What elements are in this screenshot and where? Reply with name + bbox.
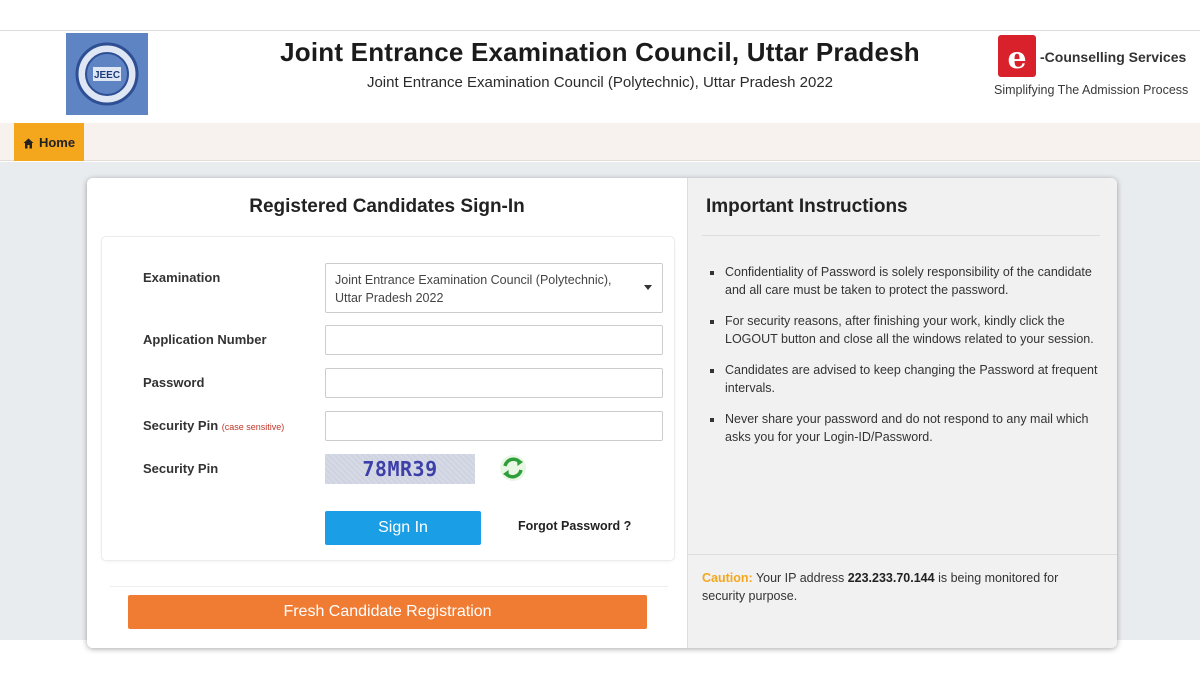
main-nav: Home <box>0 123 1200 161</box>
ecs-label: -Counselling Services <box>1040 49 1187 65</box>
svg-text:e: e <box>1007 41 1026 76</box>
instructions-divider <box>702 235 1100 236</box>
signin-pane: Registered Candidates Sign-In Examinatio… <box>87 178 687 648</box>
page-title: Joint Entrance Examination Council, Utta… <box>280 37 920 67</box>
signin-card: Registered Candidates Sign-In Examinatio… <box>87 178 1117 648</box>
ecs-tagline: Simplifying The Admission Process <box>994 83 1189 97</box>
caution-word: Caution: <box>702 571 753 585</box>
examination-label: Examination <box>143 270 221 285</box>
sign-in-button[interactable]: Sign In <box>325 511 481 545</box>
application-number-input[interactable] <box>325 325 663 355</box>
forgot-password-link[interactable]: Forgot Password ? <box>518 519 631 533</box>
nav-home-label: Home <box>38 134 76 150</box>
page-subtitle: Joint Entrance Examination Council (Poly… <box>366 74 834 91</box>
instruction-item: Confidentiality of Password is solely re… <box>710 264 1102 299</box>
instruction-item: Candidates are advised to keep changing … <box>710 362 1102 397</box>
svg-text:JEEC: JEEC <box>94 70 120 81</box>
signin-form: Examination Joint Entrance Examination C… <box>101 236 675 561</box>
signin-title: Registered Candidates Sign-In <box>249 196 525 217</box>
case-sensitive-hint: (case sensitive) <box>221 422 285 432</box>
caution-divider <box>688 554 1117 555</box>
ecs-logo-icon: e <box>998 35 1036 77</box>
e-counselling-logo: e -Counselling Services Simplifying The … <box>994 35 1194 115</box>
security-pin-input-label: Security Pin (case sensitive) <box>143 418 284 433</box>
examination-select[interactable]: Joint Entrance Examination Council (Poly… <box>325 263 663 313</box>
caution-note: Caution: Your IP address 223.233.70.144 … <box>702 569 1102 605</box>
jeec-logo-icon: JEEC <box>66 33 148 115</box>
examination-selected-value: Joint Entrance Examination Council (Poly… <box>335 273 612 305</box>
captcha-image: 78MR39 <box>325 454 475 484</box>
instruction-item: For security reasons, after finishing yo… <box>710 313 1102 348</box>
password-input[interactable] <box>325 368 663 398</box>
instruction-item: Never share your password and do not res… <box>710 411 1102 446</box>
dropdown-caret-icon <box>644 285 652 290</box>
instructions-pane: Important Instructions Confidentiality o… <box>687 178 1117 648</box>
caution-pre-text: Your IP address <box>755 571 845 585</box>
refresh-icon[interactable] <box>498 453 528 483</box>
security-pin-input[interactable] <box>325 411 663 441</box>
instructions-title: Important Instructions <box>706 196 908 217</box>
instructions-list: Confidentiality of Password is solely re… <box>710 264 1102 460</box>
form-divider <box>110 586 668 587</box>
header-title-block: Joint Entrance Examination Council, Utta… <box>250 37 950 91</box>
security-pin-label-text: Security Pin <box>143 418 219 433</box>
application-number-label: Application Number <box>143 332 267 347</box>
home-icon <box>23 137 34 148</box>
password-label: Password <box>143 375 205 390</box>
ip-address: 223.233.70.144 <box>847 571 935 585</box>
fresh-registration-button[interactable]: Fresh Candidate Registration <box>128 595 647 629</box>
page-header: JEEC Joint Entrance Examination Council,… <box>0 30 1200 123</box>
captcha-label: Security Pin <box>143 461 219 476</box>
nav-home-tab[interactable]: Home <box>14 123 84 161</box>
